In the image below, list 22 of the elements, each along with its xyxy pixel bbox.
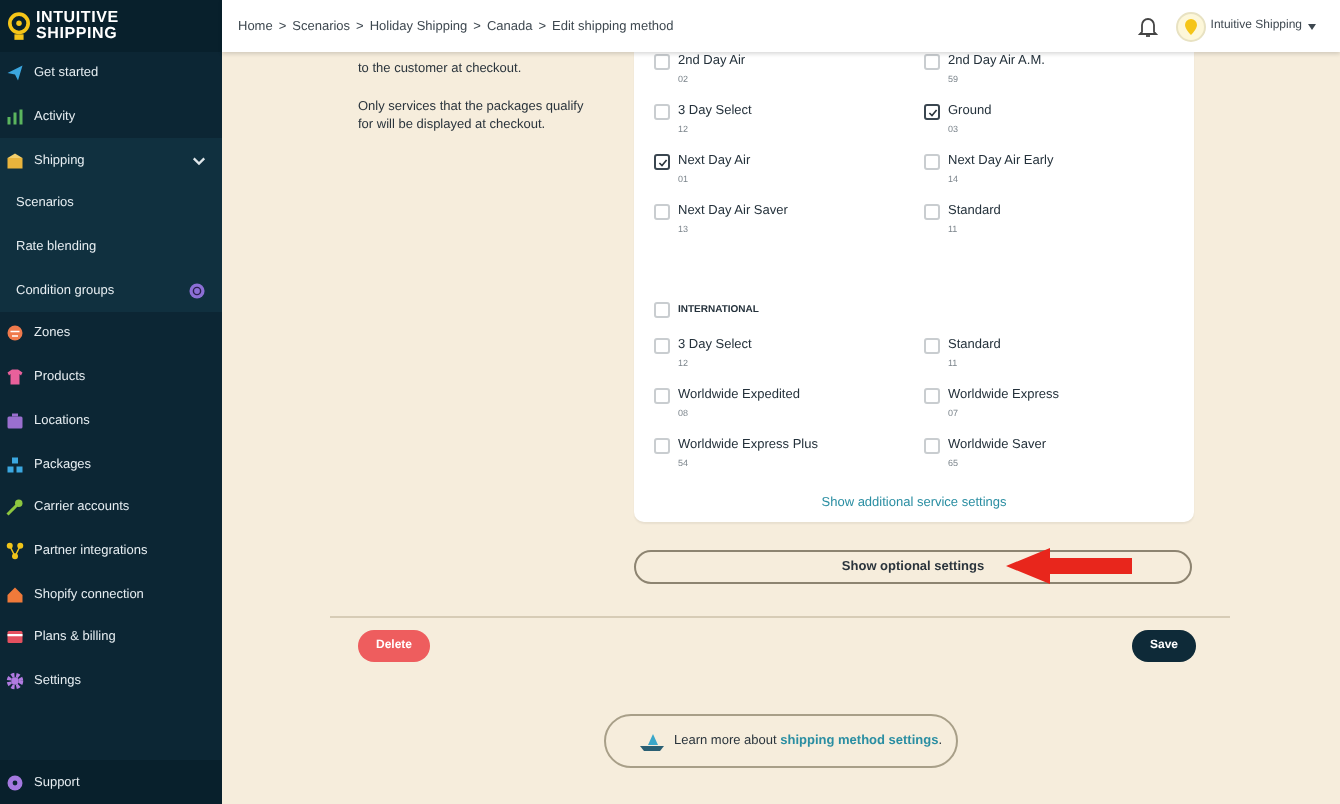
lightbulb-pin-icon [8,11,30,41]
plane-icon [6,64,24,83]
settings-icon [6,671,24,690]
key-icon [6,498,24,517]
shirt-icon [6,368,24,387]
logo-text: INTUITIVE SHIPPING [36,10,119,42]
avatar[interactable] [1176,11,1207,41]
help-icon [6,773,24,791]
box-icon [6,151,24,170]
annotation-arrow [1006,546,1134,586]
briefcase-icon [6,411,24,430]
boxes-icon [6,455,24,474]
checkbox[interactable] [924,104,940,120]
credit-card-icon [6,628,24,647]
ship-icon [638,731,666,751]
checkbox[interactable] [654,154,670,170]
caret-icon[interactable] [1308,23,1316,29]
chart-icon [6,108,24,127]
notification-bell-icon [1136,14,1161,38]
house-icon [6,585,24,604]
globe-icon [6,324,24,343]
network-icon [6,541,24,560]
